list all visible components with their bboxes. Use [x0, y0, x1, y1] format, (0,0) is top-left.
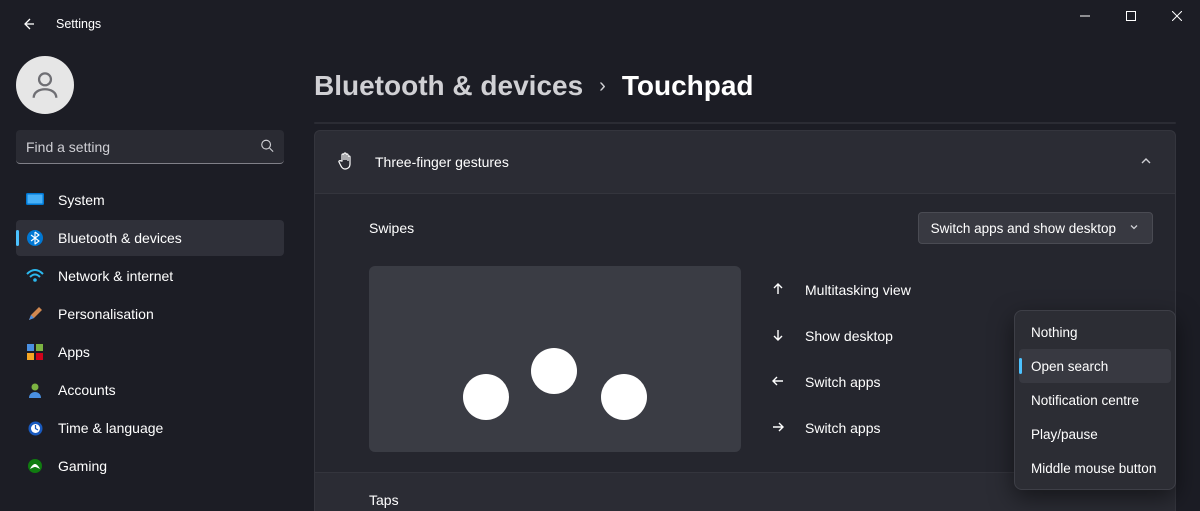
arrow-up-icon	[769, 282, 787, 299]
swipes-label: Swipes	[369, 220, 414, 236]
gesture-label: Show desktop	[805, 328, 893, 344]
gesture-label: Switch apps	[805, 420, 880, 436]
sidebar-item-network[interactable]: Network & internet	[16, 258, 284, 294]
sidebar-item-bluetooth-devices[interactable]: Bluetooth & devices	[16, 220, 284, 256]
gesture-label: Switch apps	[805, 374, 880, 390]
sidebar-item-label: Apps	[58, 344, 90, 360]
search-icon	[260, 139, 274, 156]
sidebar-item-personalisation[interactable]: Personalisation	[16, 296, 284, 332]
arrow-left-icon	[769, 374, 787, 391]
taps-label: Taps	[369, 492, 399, 508]
sidebar-item-label: Bluetooth & devices	[58, 230, 182, 246]
bluetooth-icon	[26, 229, 44, 247]
menu-item-open-search[interactable]: Open search	[1019, 349, 1171, 383]
sidebar-item-time-language[interactable]: Time & language	[16, 410, 284, 446]
menu-item-play-pause[interactable]: Play/pause	[1019, 417, 1171, 451]
sidebar-item-label: Network & internet	[58, 268, 173, 284]
arrow-down-icon	[769, 328, 787, 345]
section-title: Three-finger gestures	[375, 154, 509, 170]
sidebar-item-system[interactable]: System	[16, 182, 284, 218]
arrow-left-icon	[20, 16, 36, 32]
close-button[interactable]	[1154, 0, 1200, 32]
breadcrumb: Bluetooth & devices › Touchpad	[314, 70, 1176, 102]
person-icon	[28, 68, 62, 102]
clock-globe-icon	[26, 419, 44, 437]
minimize-icon	[1080, 11, 1090, 21]
accounts-icon	[26, 381, 44, 399]
chevron-up-icon	[1139, 154, 1153, 171]
sidebar-item-label: Time & language	[58, 420, 163, 436]
minimize-button[interactable]	[1062, 0, 1108, 32]
gesture-label: Multitasking view	[805, 282, 911, 298]
sidebar-item-label: Personalisation	[58, 306, 154, 322]
menu-item-middle-mouse[interactable]: Middle mouse button	[1019, 451, 1171, 485]
app-title: Settings	[56, 17, 101, 31]
panel-strip	[314, 122, 1176, 124]
wifi-icon	[26, 267, 44, 285]
gesture-up-row[interactable]: Multitasking view	[769, 270, 1153, 310]
sidebar-item-label: Accounts	[58, 382, 116, 398]
swipes-dropdown[interactable]: Switch apps and show desktop	[918, 212, 1153, 244]
maximize-icon	[1126, 11, 1136, 21]
display-icon	[26, 191, 44, 209]
sidebar-item-label: Gaming	[58, 458, 107, 474]
maximize-button[interactable]	[1108, 0, 1154, 32]
gaming-icon	[26, 457, 44, 475]
sidebar-item-accounts[interactable]: Accounts	[16, 372, 284, 408]
finger-dot	[463, 374, 509, 420]
arrow-right-icon	[769, 420, 787, 437]
sidebar-item-apps[interactable]: Apps	[16, 334, 284, 370]
back-button[interactable]	[8, 4, 48, 44]
finger-dot	[531, 348, 577, 394]
apps-icon	[26, 343, 44, 361]
hand-icon	[337, 151, 355, 174]
context-menu: Nothing Open search Notification centre …	[1014, 310, 1176, 490]
chevron-right-icon: ›	[599, 75, 606, 98]
search-input[interactable]	[16, 130, 284, 164]
menu-item-notification-centre[interactable]: Notification centre	[1019, 383, 1171, 417]
breadcrumb-parent[interactable]: Bluetooth & devices	[314, 70, 583, 102]
sidebar-item-label: System	[58, 192, 105, 208]
paintbrush-icon	[26, 305, 44, 323]
touchpad-preview	[369, 266, 741, 452]
sidebar-item-gaming[interactable]: Gaming	[16, 448, 284, 484]
three-finger-gestures-header[interactable]: Three-finger gestures	[315, 131, 1175, 193]
close-icon	[1172, 11, 1182, 21]
user-avatar[interactable]	[16, 56, 74, 114]
dropdown-value: Switch apps and show desktop	[931, 221, 1116, 236]
finger-dot	[601, 374, 647, 420]
chevron-down-icon	[1128, 221, 1140, 236]
breadcrumb-current: Touchpad	[622, 70, 754, 102]
menu-item-nothing[interactable]: Nothing	[1019, 315, 1171, 349]
